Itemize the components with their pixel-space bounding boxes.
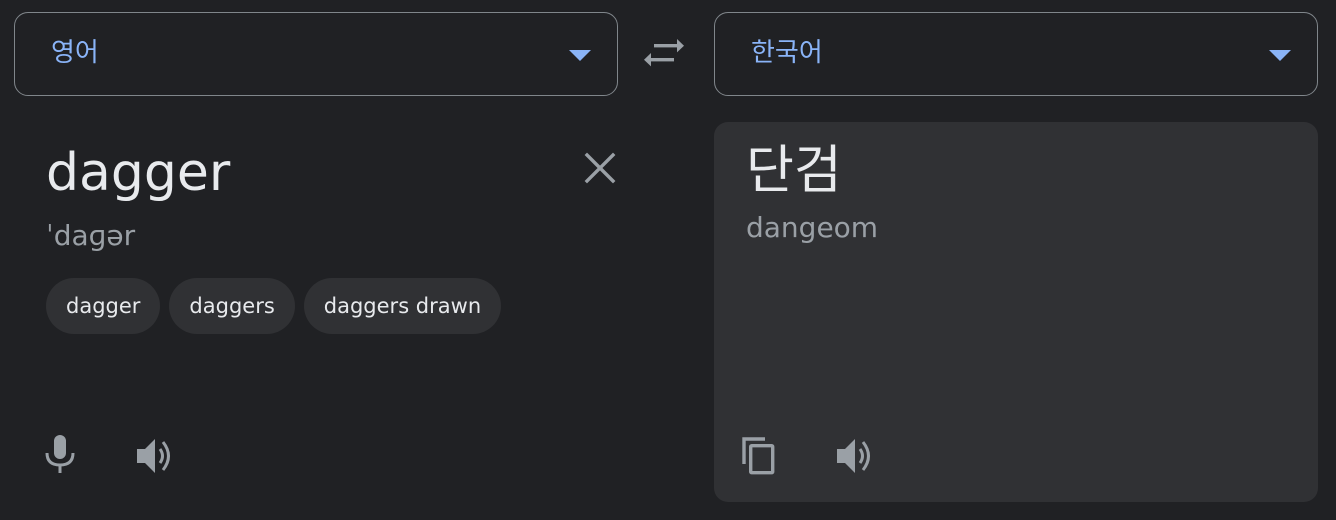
- copy-icon: [742, 437, 775, 475]
- translation-romanization: dangeom: [746, 211, 879, 244]
- caret-down-icon: [1269, 50, 1291, 61]
- suggestion-chip[interactable]: daggers drawn: [303, 278, 502, 334]
- listen-source-button[interactable]: [134, 434, 178, 478]
- source-text-input[interactable]: dagger: [46, 140, 230, 206]
- clear-source-button[interactable]: [580, 148, 620, 188]
- close-icon: [584, 152, 616, 184]
- suggestion-chips: dagger daggers daggers drawn: [46, 278, 502, 334]
- speaker-icon: [837, 439, 870, 473]
- voice-input-button[interactable]: [38, 434, 82, 478]
- suggestion-chip[interactable]: daggers: [169, 278, 295, 334]
- source-language-select[interactable]: 영어: [14, 12, 618, 96]
- target-language-select[interactable]: 한국어: [714, 12, 1318, 96]
- target-language-label: 한국어: [751, 38, 823, 68]
- microphone-icon: [45, 435, 75, 473]
- swap-languages-button[interactable]: [640, 33, 688, 73]
- caret-down-icon: [569, 50, 591, 61]
- swap-arrows-icon: [644, 39, 684, 67]
- suggestion-chip[interactable]: dagger: [46, 278, 161, 334]
- translation-output-card: 단검 dangeom: [714, 122, 1318, 502]
- speaker-icon: [137, 439, 170, 473]
- source-phonetic: ˈdaɡər: [46, 219, 136, 252]
- translation-text: 단검: [746, 141, 842, 201]
- copy-translation-button[interactable]: [738, 434, 782, 478]
- source-language-label: 영어: [51, 38, 99, 68]
- listen-translation-button[interactable]: [834, 434, 878, 478]
